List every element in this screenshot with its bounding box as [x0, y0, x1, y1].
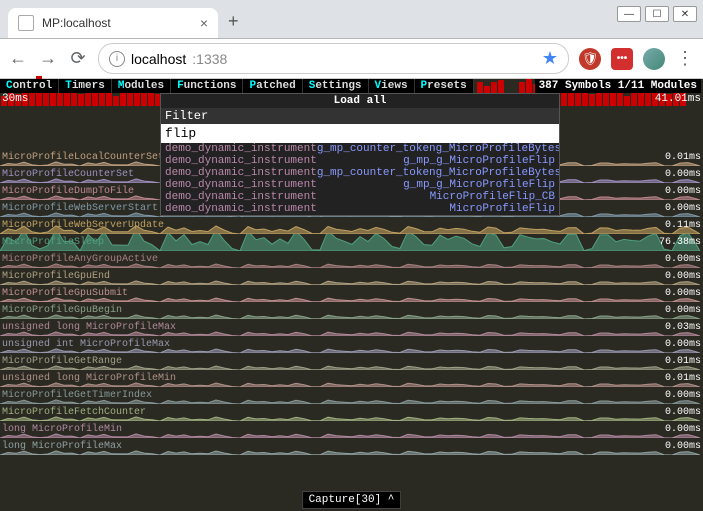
row-label: MicroProfileWebServerUpdate — [0, 220, 164, 231]
functions-dropdown: Load all Filter demo_dynamic_instrumentg… — [160, 93, 560, 216]
profile-row[interactable]: MicroProfileWebServerUpdate 0.11ms — [0, 217, 703, 234]
row-time: 0.11ms — [665, 220, 701, 231]
ublock-icon[interactable]: 🛡 — [579, 48, 601, 70]
row-time: 0.03ms — [665, 322, 701, 333]
row-label: MicroProfileGpuSubmit — [0, 288, 128, 299]
row-time: 76.38ms — [659, 237, 701, 248]
close-icon[interactable]: × — [200, 15, 208, 31]
menu-timers[interactable]: Timers — [59, 79, 112, 93]
filter-label: Filter — [161, 108, 559, 124]
row-time: 0.00ms — [665, 407, 701, 418]
profile-row[interactable]: MicroProfileGetTimerIndex 0.00ms — [0, 387, 703, 404]
row-label: unsigned long MicroProfileMin — [0, 373, 176, 384]
filter-input[interactable] — [161, 124, 559, 143]
titlebar: MP:localhost × + — ☐ ✕ — [0, 0, 703, 39]
bookmark-star-icon[interactable]: ★ — [542, 48, 558, 69]
row-label: long MicroProfileMax — [0, 441, 122, 452]
toolbar: ← → ⟳ i localhost :1338 ★ 🛡 ••• ⋮ — [0, 39, 703, 79]
row-label: MicroProfileGetRange — [0, 356, 122, 367]
row-time: 0.00ms — [665, 390, 701, 401]
row-label: MicroProfileFetchCounter — [0, 407, 146, 418]
row-time: 0.00ms — [665, 339, 701, 350]
row-label: unsigned int MicroProfileMax — [0, 339, 170, 350]
filter-result-item[interactable]: demo_dynamic_instrumentMicroProfileFlip_… — [161, 191, 559, 203]
profile-row[interactable]: long MicroProfileMin 0.00ms — [0, 421, 703, 438]
tab-strip: MP:localhost × + — [0, 0, 611, 38]
menu-control[interactable]: Control — [0, 79, 59, 93]
filter-result-item[interactable]: demo_dynamic_instrumentg_mp_g_MicroProfi… — [161, 179, 559, 191]
row-time: 0.00ms — [665, 254, 701, 265]
site-info-icon[interactable]: i — [109, 51, 125, 67]
filter-result-item[interactable]: demo_dynamic_instrumentMicroProfileFlip — [161, 203, 559, 215]
profile-row[interactable]: MicroProfileGpuEnd 0.00ms — [0, 268, 703, 285]
profile-row[interactable]: unsigned int MicroProfileMax 0.00ms — [0, 336, 703, 353]
load-all-button[interactable]: Load all — [161, 94, 559, 108]
maximize-button[interactable]: ☐ — [645, 6, 669, 22]
new-tab-button[interactable]: + — [228, 11, 239, 38]
filter-result-item[interactable]: demo_dynamic_instrumentg_mp_counter_toke… — [161, 167, 559, 179]
profiler-view: ControlTimersModulesFunctionsPatchedSett… — [0, 79, 703, 511]
menu-patched[interactable]: Patched — [243, 79, 302, 93]
row-label: MicroProfileGpuBegin — [0, 305, 122, 316]
menu-functions[interactable]: Functions — [171, 79, 243, 93]
browser-tab[interactable]: MP:localhost × — [8, 8, 218, 38]
page-icon — [18, 15, 34, 31]
row-time: 0.00ms — [665, 288, 701, 299]
timeline-right-label: 41.01ms — [655, 93, 701, 105]
menu-presets[interactable]: Presets — [415, 79, 474, 93]
row-label: MicroProfileCounterSet — [0, 169, 134, 180]
row-time: 0.01ms — [665, 356, 701, 367]
tab-title: MP:localhost — [42, 16, 111, 30]
row-label: MicroProfileGetTimerIndex — [0, 390, 152, 401]
filter-results: demo_dynamic_instrumentg_mp_counter_toke… — [161, 143, 559, 215]
row-label: unsigned long MicroProfileMax — [0, 322, 176, 333]
profile-row[interactable]: long MicroProfileMax 0.00ms — [0, 438, 703, 455]
row-label: MicroProfileAnyGroupActive — [0, 254, 158, 265]
row-time: 0.00ms — [665, 203, 701, 214]
back-button[interactable]: ← — [8, 49, 28, 69]
row-label: MicroProfileWebServerStart — [0, 203, 158, 214]
reload-button[interactable]: ⟳ — [68, 49, 88, 69]
profile-row[interactable]: MicroProfileFetchCounter 0.00ms — [0, 404, 703, 421]
minimize-button[interactable]: — — [617, 6, 641, 22]
profile-row[interactable]: MicroProfileSleep 76.38ms — [0, 234, 703, 251]
capture-button[interactable]: Capture[30] ^ — [302, 491, 402, 509]
profile-row[interactable]: unsigned long MicroProfileMax 0.03ms — [0, 319, 703, 336]
forward-button[interactable]: → — [38, 49, 58, 69]
profile-row[interactable]: MicroProfileAnyGroupActive 0.00ms — [0, 251, 703, 268]
profile-row[interactable]: unsigned long MicroProfileMin 0.01ms — [0, 370, 703, 387]
row-label: MicroProfileDumpToFile — [0, 186, 134, 197]
window-controls: — ☐ ✕ — [611, 0, 703, 38]
menu-views[interactable]: Views — [369, 79, 415, 93]
timeline-left-label: 30ms — [2, 93, 28, 105]
profile-avatar[interactable] — [643, 48, 665, 70]
url-port: :1338 — [192, 51, 227, 67]
browser-menu-button[interactable]: ⋮ — [675, 49, 695, 69]
row-time: 0.00ms — [665, 424, 701, 435]
profile-row[interactable]: MicroProfileGetRange 0.01ms — [0, 353, 703, 370]
row-time: 0.00ms — [665, 305, 701, 316]
row-label: MicroProfileGpuEnd — [0, 271, 110, 282]
filter-result-item[interactable]: demo_dynamic_instrumentg_mp_counter_toke… — [161, 143, 559, 155]
status-text: 387 Symbols 1/11 Modules — [535, 79, 701, 93]
row-label: long MicroProfileMin — [0, 424, 122, 435]
row-time: 0.01ms — [665, 373, 701, 384]
url-host: localhost — [131, 51, 186, 67]
row-time: 0.00ms — [665, 271, 701, 282]
menu-modules[interactable]: Modules — [112, 79, 171, 93]
row-time: 0.00ms — [665, 441, 701, 452]
row-time: 0.01ms — [665, 152, 701, 163]
row-label: MicroProfileSleep — [0, 237, 104, 248]
row-time: 0.00ms — [665, 186, 701, 197]
close-button[interactable]: ✕ — [673, 6, 697, 22]
row-time: 0.00ms — [665, 169, 701, 180]
lastpass-icon[interactable]: ••• — [611, 48, 633, 70]
filter-result-item[interactable]: demo_dynamic_instrumentg_mp_g_MicroProfi… — [161, 155, 559, 167]
profiler-menubar: ControlTimersModulesFunctionsPatchedSett… — [0, 79, 474, 93]
profile-row[interactable]: MicroProfileGpuSubmit 0.00ms — [0, 285, 703, 302]
profile-row[interactable]: MicroProfileGpuBegin 0.00ms — [0, 302, 703, 319]
menu-settings[interactable]: Settings — [303, 79, 369, 93]
address-bar[interactable]: i localhost :1338 ★ — [98, 43, 569, 74]
